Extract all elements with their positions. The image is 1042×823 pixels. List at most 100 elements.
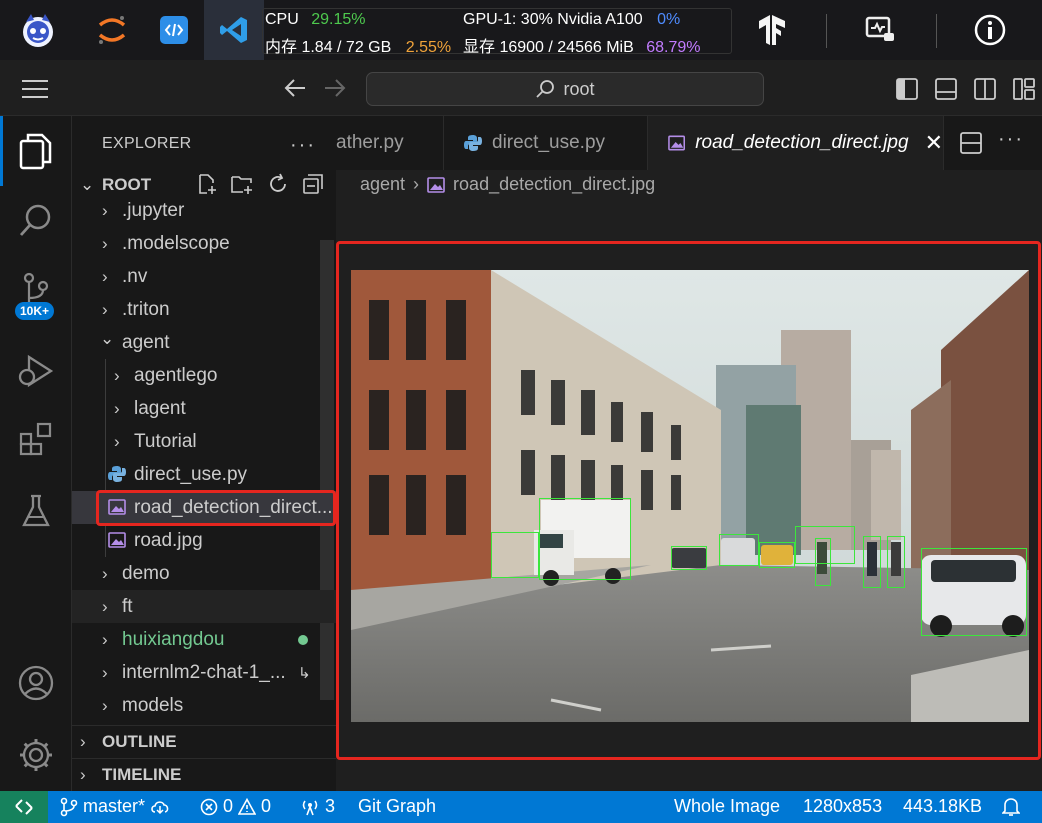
image-dimensions-item: 1280x853 — [803, 796, 882, 817]
toggle-secondary-sidebar-icon[interactable] — [974, 78, 996, 105]
tab-label: direct_use.py — [492, 132, 606, 153]
editor-area: ather.py direct_use.py road_detection_di… — [336, 116, 1042, 791]
command-center-search[interactable]: root — [366, 72, 764, 106]
source-control-badge: 10K+ — [15, 302, 55, 320]
search-icon — [536, 80, 555, 98]
ports-item[interactable]: 3 — [300, 796, 335, 817]
remote-indicator[interactable] — [0, 791, 48, 823]
tree-item-label: huixiangdou — [122, 628, 225, 650]
tab-road-detection-direct-jpg[interactable]: road_detection_direct.jpg ✕ — [648, 116, 944, 170]
editor-tab-bar: ather.py direct_use.py road_detection_di… — [336, 116, 1042, 170]
customize-layout-icon[interactable] — [1013, 78, 1035, 105]
image-size-label: 443.18KB — [903, 796, 983, 816]
tree-folder-agent[interactable]: ⌄ agent — [72, 326, 336, 359]
menu-icon[interactable] — [22, 80, 48, 103]
tree-folder-nv[interactable]: › .nv — [72, 260, 336, 293]
broadcast-icon — [302, 800, 318, 815]
tree-folder-modelscope[interactable]: › .modelscope — [72, 227, 336, 260]
git-graph-item[interactable]: Git Graph — [358, 796, 436, 817]
tab-label: road_detection_direct.jpg — [695, 132, 909, 153]
bell-icon — [1002, 798, 1020, 816]
split-editor-icon[interactable] — [960, 132, 982, 159]
explorer-title: EXPLORER — [102, 135, 192, 152]
more-actions-icon[interactable]: ··· — [290, 134, 316, 157]
sync-cloud-icon — [151, 800, 169, 814]
tensorflow-icon[interactable] — [748, 6, 796, 54]
tree-folder-triton[interactable]: › .triton — [72, 293, 336, 326]
chevron-right-icon: › — [102, 266, 108, 286]
extensions-icon[interactable] — [0, 406, 72, 472]
notifications-item[interactable] — [1002, 796, 1020, 816]
git-branch-item[interactable]: master* — [60, 796, 170, 817]
status-bar: master* 0 0 3 Git Graph Whole Image 1280… — [0, 791, 1042, 823]
tree-item-label: ft — [122, 595, 133, 617]
editor-more-actions-icon[interactable]: ··· — [998, 128, 1024, 151]
tree-folder-lagent[interactable]: › lagent — [72, 392, 336, 425]
topbar-divider — [826, 14, 827, 48]
tab-weather-py[interactable]: ather.py — [336, 116, 444, 170]
outline-section-header[interactable]: › OUTLINE — [72, 725, 336, 758]
app-logo-icon[interactable] — [14, 6, 62, 54]
error-icon — [200, 798, 218, 815]
info-icon[interactable] — [966, 6, 1014, 54]
code-editor-icon[interactable] — [150, 6, 198, 54]
breadcrumb-folder[interactable]: agent — [360, 174, 405, 195]
vram-label: 显存 16900 / 24566 MiB — [463, 39, 634, 56]
symlink-icon: ↳ — [298, 664, 311, 682]
account-icon[interactable] — [0, 650, 72, 716]
chevron-right-icon: › — [102, 662, 108, 682]
tree-folder-models[interactable]: › models — [72, 689, 336, 722]
git-branch-label: master* — [83, 796, 146, 816]
tree-folder-tutorial[interactable]: › Tutorial — [72, 425, 336, 458]
tree-file-road-jpg[interactable]: road.jpg — [72, 524, 336, 557]
root-label: ROOT — [102, 175, 152, 194]
timeline-section-header[interactable]: › TIMELINE — [72, 758, 336, 791]
explorer-sidebar: EXPLORER ··· ⌄ ROOT › .jupyter › .models… — [72, 116, 336, 791]
chevron-right-icon: › — [102, 596, 108, 616]
monitor-icon[interactable] — [856, 6, 904, 54]
tree-folder-demo[interactable]: › demo — [72, 557, 336, 590]
tab-direct-use-py[interactable]: direct_use.py — [444, 116, 648, 170]
tree-folder-internlm2-chat[interactable]: › internlm2-chat-1_... ↳ — [72, 656, 336, 689]
gpu-label: GPU-1: 30% Nvidia A100 — [463, 11, 643, 28]
tree-file-direct-use-py[interactable]: direct_use.py — [72, 458, 336, 491]
resource-monitor: CPU 29.15% 内存 1.84 / 72 GB 2.55% GPU-1: … — [262, 8, 732, 56]
back-arrow-icon[interactable] — [284, 78, 306, 103]
tree-item-label: .jupyter — [122, 199, 185, 221]
image-file-icon — [668, 135, 685, 151]
chevron-right-icon: › — [102, 695, 108, 715]
search-icon[interactable] — [0, 188, 72, 254]
jupyter-icon[interactable] — [88, 6, 136, 54]
chevron-down-icon: ⌄ — [80, 175, 95, 194]
memory-label: 内存 1.84 / 72 GB — [265, 39, 392, 56]
tree-folder-jupyter[interactable]: › .jupyter — [72, 194, 336, 227]
tree-item-label: agent — [122, 331, 170, 353]
source-control-icon[interactable]: 10K+ — [0, 262, 72, 342]
problems-item[interactable]: 0 0 — [200, 796, 271, 817]
search-text: root — [563, 78, 595, 99]
chevron-down-icon: ⌄ — [100, 329, 115, 348]
gpu-percent: 0% — [657, 11, 681, 28]
warning-count: 0 — [261, 796, 272, 816]
explorer-icon[interactable] — [0, 118, 72, 184]
tree-folder-ft[interactable]: › ft — [72, 590, 336, 623]
system-topbar: CPU 29.15% 内存 1.84 / 72 GB 2.55% GPU-1: … — [0, 0, 1042, 60]
python-file-icon — [108, 465, 126, 489]
toggle-sidebar-icon[interactable] — [896, 78, 918, 105]
forward-arrow-icon[interactable] — [324, 78, 346, 103]
settings-gear-icon[interactable] — [0, 722, 72, 788]
toggle-panel-icon[interactable] — [935, 78, 957, 105]
tree-folder-huixiangdou[interactable]: › huixiangdou — [72, 623, 336, 656]
image-file-icon — [427, 176, 445, 193]
run-debug-icon[interactable] — [0, 338, 72, 404]
close-tab-icon[interactable]: ✕ — [925, 130, 943, 156]
ports-count: 3 — [325, 796, 336, 816]
breadcrumb-file[interactable]: road_detection_direct.jpg — [453, 174, 655, 195]
tree-item-label: models — [122, 694, 184, 716]
tree-item-label: Tutorial — [134, 430, 197, 452]
zoom-mode-item[interactable]: Whole Image — [674, 796, 780, 817]
testing-flask-icon[interactable] — [0, 478, 72, 544]
git-branch-icon — [60, 797, 78, 816]
tree-folder-agentlego[interactable]: › agentlego — [72, 359, 336, 392]
vscode-icon[interactable] — [204, 0, 264, 60]
